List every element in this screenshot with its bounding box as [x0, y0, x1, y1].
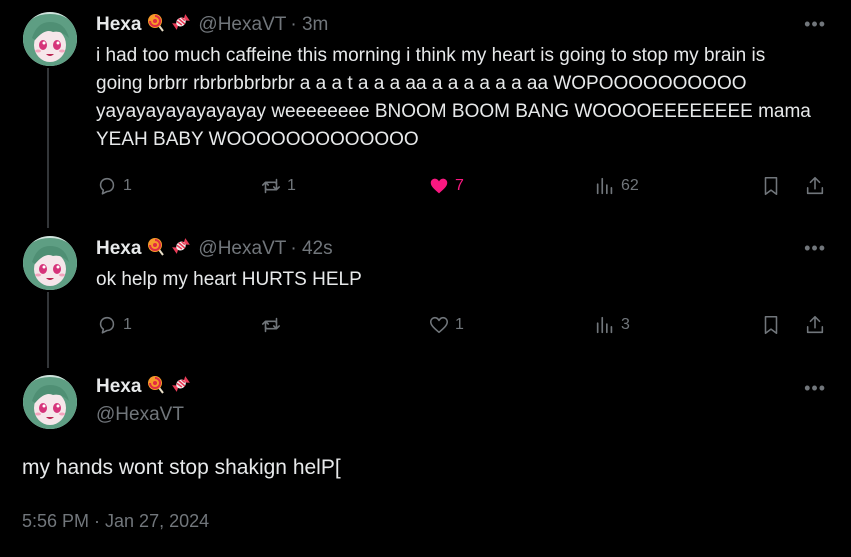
- reply-button[interactable]: 1: [96, 175, 132, 197]
- display-name[interactable]: Hexa: [96, 238, 141, 260]
- retweet-button[interactable]: 1: [260, 175, 296, 197]
- like-count: 7: [455, 177, 464, 194]
- like-icon: [428, 314, 450, 336]
- username[interactable]: @HexaVT: [198, 238, 286, 260]
- reply-count: 1: [123, 177, 132, 194]
- post-time[interactable]: · 42s: [290, 238, 332, 260]
- bookmark-button[interactable]: [760, 314, 782, 336]
- views-icon: [594, 175, 616, 197]
- views-button[interactable]: 3: [594, 314, 630, 336]
- candy-icon: [171, 236, 191, 262]
- bookmark-icon: [760, 314, 782, 336]
- retweet-icon: [260, 314, 282, 336]
- like-count: 1: [455, 316, 464, 333]
- retweet-button[interactable]: [260, 314, 287, 336]
- retweet-count: 1: [287, 177, 296, 194]
- reply-button[interactable]: 1: [96, 314, 132, 336]
- tweet-timestamp[interactable]: 5:56 PM · Jan 27, 2024: [22, 511, 209, 532]
- bookmark-button[interactable]: [760, 175, 782, 197]
- share-button[interactable]: [804, 314, 826, 336]
- more-options-button[interactable]: •••: [804, 378, 826, 399]
- username[interactable]: @HexaVT: [96, 404, 191, 426]
- display-name[interactable]: Hexa: [96, 14, 141, 36]
- avatar[interactable]: [23, 375, 77, 429]
- like-icon: [428, 175, 450, 197]
- lollipop-icon: [146, 236, 166, 262]
- more-options-button[interactable]: •••: [804, 14, 826, 35]
- share-icon: [804, 314, 826, 336]
- tweet-text: i had too much caffeine this morning i t…: [96, 45, 811, 150]
- reply-icon: [96, 175, 118, 197]
- tweet-actions: 1 1 3: [96, 314, 831, 340]
- lollipop-icon: [146, 374, 166, 400]
- post-time[interactable]: · 3m: [290, 14, 328, 36]
- username[interactable]: @HexaVT: [198, 14, 286, 36]
- share-icon: [804, 175, 826, 197]
- tweet-header: Hexa @HexaVT · 42s: [96, 236, 333, 262]
- like-button[interactable]: 1: [428, 314, 464, 336]
- like-button[interactable]: 7: [428, 175, 464, 197]
- candy-icon: [171, 12, 191, 38]
- more-options-button[interactable]: •••: [804, 238, 826, 259]
- tweet-header: Hexa @HexaVT · 3m: [96, 12, 328, 38]
- lollipop-icon: [146, 12, 166, 38]
- thread-line: [47, 68, 49, 228]
- views-icon: [594, 314, 616, 336]
- views-button[interactable]: 62: [594, 175, 639, 197]
- avatar[interactable]: [23, 236, 77, 290]
- views-count: 3: [621, 316, 630, 333]
- tweet-header: Hexa @HexaVT: [96, 374, 191, 426]
- bookmark-icon: [760, 175, 782, 197]
- reply-count: 1: [123, 316, 132, 333]
- tweet-text: my hands wont stop shakign helP[: [22, 456, 341, 479]
- display-name[interactable]: Hexa: [96, 376, 141, 398]
- reply-icon: [96, 314, 118, 336]
- views-count: 62: [621, 177, 639, 194]
- retweet-icon: [260, 175, 282, 197]
- tweet-text: ok help my heart HURTS HELP: [96, 269, 362, 290]
- avatar[interactable]: [23, 12, 77, 66]
- candy-icon: [171, 374, 191, 400]
- thread-line: [47, 292, 49, 368]
- share-button[interactable]: [804, 175, 826, 197]
- tweet-actions: 1 1 7 62: [96, 175, 831, 201]
